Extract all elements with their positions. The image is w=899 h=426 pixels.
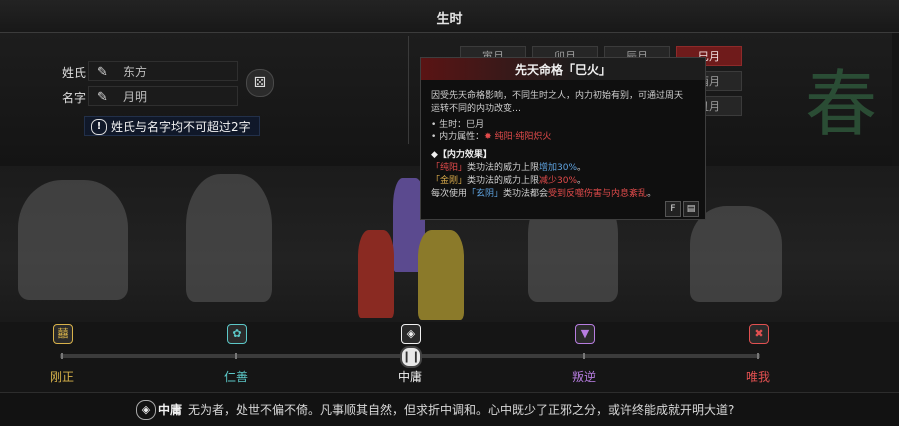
effect-change: 增加30% (539, 163, 578, 173)
card-icon[interactable]: ▤ (683, 201, 699, 217)
selected-alignment-name: 中庸 (158, 403, 183, 417)
effect-row-3: 每次使用「玄阴」类功法都会受到反噬伤害与内息紊乱。 (431, 186, 656, 199)
exclamation-icon: ! (91, 119, 107, 135)
effect-warning: 受到反噬伤害与内息紊乱 (548, 189, 648, 199)
effect-text: 类功法的威力上限 (467, 163, 540, 173)
random-name-button[interactable]: ⚄ (246, 69, 274, 97)
alignment-0-icon[interactable]: 囍 (53, 324, 73, 344)
archer-silhouette (690, 206, 782, 302)
tooltip-intro-line-1: 因受先天命格影响，不同生时之人，内力初始有别，可通过周天 (431, 91, 684, 101)
alignment-3-icon[interactable]: ▼ (575, 324, 595, 344)
pause-icon: ❙❙ (402, 350, 421, 363)
character-left (358, 230, 394, 318)
alignment-label[interactable]: 中庸 (398, 368, 422, 385)
alignment-1-icon[interactable]: ✿ (227, 324, 247, 344)
effect-tag: 「玄阴」 (467, 189, 504, 199)
surname-value: 东方 (123, 65, 148, 79)
panel-divider (408, 36, 409, 144)
effects-header: ◆【内力效果】 (431, 150, 492, 160)
balance-icon: ◈ (136, 400, 156, 420)
alignment-label[interactable]: 叛逆 (572, 368, 596, 385)
duo-silhouette (186, 174, 272, 302)
effect-change: 减少30% (539, 176, 578, 186)
alignment-label[interactable]: 仁善 (224, 368, 248, 385)
alignment-2-icon[interactable]: ◈ (401, 324, 421, 344)
attribute-label: • 内力属性： (431, 132, 485, 142)
alignment-description-bar: ◈ 中庸 无为者，处世不偏不倚。凡事顺其自然，但求折中调和。心中既少了正邪之分，… (0, 392, 899, 426)
surname-field[interactable]: ✎ 东方 (88, 61, 238, 81)
effect-end: 。 (577, 163, 587, 173)
slider-tick (61, 353, 63, 359)
tooltip-header: 先天命格「巳火」 (421, 58, 705, 80)
attribute-row: • 内力属性：✸ 纯阳·纯阳炽火 (431, 129, 551, 142)
effect-row-1: 「纯阳」类功法的威力上限增加30%。 (431, 160, 586, 173)
surname-label: 姓氏 (62, 66, 87, 80)
attribute-value: ✸ 纯阳·纯阳炽火 (484, 132, 552, 142)
dice-icon: ⚄ (253, 75, 267, 91)
given-name-label: 名字 (62, 91, 87, 105)
slider-tick (235, 353, 237, 359)
fate-tooltip: 先天命格「巳火」 因受先天命格影响，不同生时之人，内力初始有别，可通过周天 运转… (420, 57, 706, 220)
title-bar: 生时 (0, 0, 899, 33)
name-length-warning: ! 姓氏与名字均不可超过2字 (84, 116, 260, 136)
slider-tick (757, 353, 759, 359)
tooltip-title: 先天命格「巳火」 (514, 63, 611, 77)
alignment-label[interactable]: 唯我 (746, 368, 770, 385)
alignment-4-icon[interactable]: ✖ (749, 324, 769, 344)
effect-tag: 「金刚」 (431, 176, 468, 186)
effect-tag: 「纯阳」 (431, 163, 468, 173)
window-title: 生时 (436, 12, 463, 27)
alignment-slider-handle[interactable]: ❙❙ (400, 346, 422, 368)
effect-text: 类功法都会 (503, 189, 549, 199)
rider-silhouette (18, 180, 128, 300)
effect-end: 。 (647, 189, 657, 199)
selected-alignment-description: 无为者，处世不偏不倚。凡事顺其自然，但求折中调和。心中既少了正邪之分，或许终能成… (188, 403, 735, 417)
given-name-field[interactable]: ✎ 月明 (88, 86, 238, 106)
given-name-value: 月明 (123, 90, 148, 104)
effect-row-2: 「金刚」类功法的威力上限减少30%。 (431, 173, 586, 186)
season-seal: 春 (804, 62, 877, 146)
tooltip-intro-line-2: 运转不同的内功改变… (431, 104, 522, 114)
effect-text: 每次使用 (431, 189, 468, 199)
effect-end: 。 (577, 176, 587, 186)
alignment-label[interactable]: 刚正 (50, 368, 74, 385)
character-right (418, 230, 464, 320)
warning-text: 姓氏与名字均不可超过2字 (111, 120, 251, 134)
edit-icon[interactable]: ✎ (97, 88, 108, 108)
slider-tick (583, 353, 585, 359)
edit-icon[interactable]: ✎ (97, 63, 108, 83)
f-key-button[interactable]: F (665, 201, 681, 217)
effect-text: 类功法的威力上限 (467, 176, 540, 186)
